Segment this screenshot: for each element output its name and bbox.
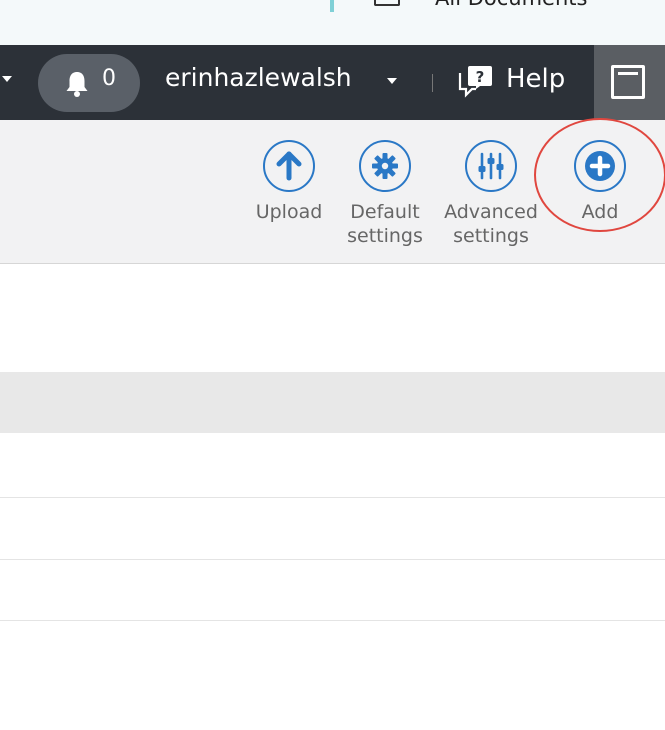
notification-count: 0	[102, 66, 116, 91]
help-link[interactable]: Help	[506, 64, 565, 94]
sliders-icon	[465, 140, 517, 192]
notifications-button[interactable]: 0	[38, 54, 140, 112]
upload-icon	[263, 140, 315, 192]
row-divider	[0, 559, 665, 560]
add-highlight-circle	[534, 118, 665, 232]
row-divider	[0, 497, 665, 498]
row-divider	[0, 620, 665, 621]
upload-button[interactable]: Upload	[239, 140, 339, 224]
help-chat-icon[interactable]: ?	[456, 63, 496, 99]
advanced-settings-button[interactable]: Advanced settings	[441, 140, 541, 248]
svg-text:?: ?	[476, 68, 485, 86]
divider	[432, 74, 433, 92]
panel-icon	[611, 65, 645, 99]
table-header-row	[0, 372, 665, 433]
panel-toggle-button[interactable]	[594, 45, 665, 120]
upload-label: Upload	[255, 201, 323, 223]
gear-icon	[359, 140, 411, 192]
documents-icon[interactable]	[374, 0, 400, 6]
default-settings-label: Default settings	[347, 201, 423, 247]
user-menu-chevron-icon[interactable]	[387, 78, 397, 84]
advanced-settings-label: Advanced settings	[444, 201, 538, 247]
top-navbar: 0 erinhazlewalsh ? Help	[0, 45, 665, 120]
user-menu[interactable]: erinhazlewalsh	[165, 63, 352, 92]
active-indicator	[330, 0, 334, 12]
default-settings-button[interactable]: Default settings	[335, 140, 435, 248]
chevron-down-icon[interactable]	[2, 76, 12, 82]
bell-icon	[66, 72, 88, 97]
all-documents-link[interactable]: All Documents	[435, 0, 587, 10]
top-strip: All Documents	[0, 0, 665, 45]
